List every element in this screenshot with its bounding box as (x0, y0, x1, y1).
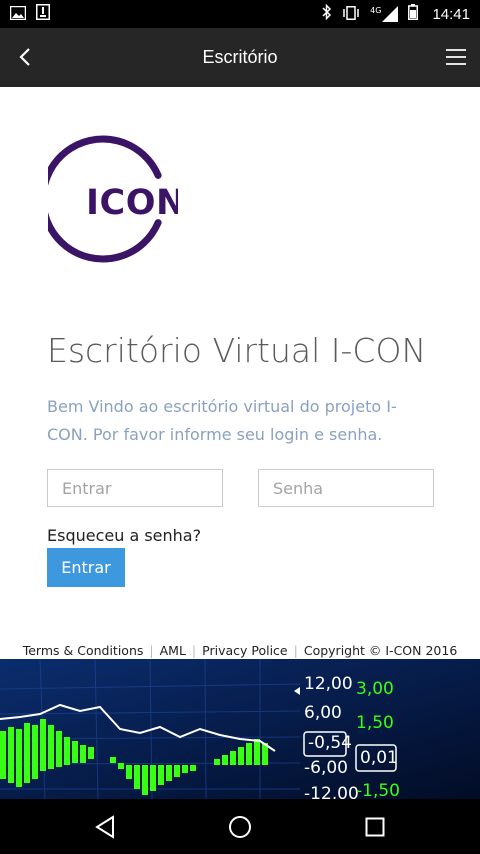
sim-icon (36, 4, 50, 24)
login-button[interactable]: Entrar (47, 548, 125, 587)
privacy-link[interactable]: Privacy Police (202, 643, 287, 658)
copyright-text: Copyright © I-CON 2016 (303, 642, 458, 658)
nav-back-icon (95, 815, 114, 839)
footer-links: Terms & Conditions | AML | Privacy Polic… (0, 641, 480, 659)
login-input[interactable] (47, 469, 223, 507)
hamburger-menu-icon (446, 49, 466, 65)
page-title: Escritório Virtual I-CON (47, 331, 427, 370)
nav-back-button[interactable] (89, 811, 121, 843)
footer-separator: | (293, 642, 298, 658)
image-icon (9, 5, 27, 24)
menu-button[interactable] (444, 42, 468, 72)
stock-banner: 12,00 6,00 -0,54 -6,00 -12,00 3,00 1,50 … (0, 659, 480, 799)
nav-recents-icon (365, 817, 385, 837)
aml-link[interactable]: AML (160, 643, 186, 658)
banner-value: 1,50 (356, 713, 394, 733)
nav-recents-button[interactable] (359, 811, 391, 843)
status-bar: 4G 14:41 (0, 0, 480, 28)
nav-home-icon (229, 816, 251, 838)
nav-home-button[interactable] (224, 811, 256, 843)
navigation-bar (0, 799, 480, 854)
app-bar: Escritório (0, 28, 480, 87)
forgot-password-link[interactable]: Esqueceu a senha? (47, 526, 201, 545)
network-label: 4G (370, 6, 382, 15)
vibrate-icon (342, 5, 360, 24)
clock: 14:41 (432, 5, 470, 23)
bluetooth-icon (322, 3, 332, 24)
icon-logo: ICON (39, 134, 185, 264)
banner-value: -6,00 (304, 758, 348, 778)
banner-value: 0,01 (360, 748, 398, 768)
banner-value: 6,00 (304, 703, 342, 723)
app-bar-title: Escritório (202, 47, 278, 67)
banner-value: 12,00 (304, 674, 353, 694)
footer-separator: | (191, 642, 197, 658)
banner-value: -12,00 (304, 784, 359, 799)
password-input[interactable] (258, 469, 434, 507)
status-left (9, 4, 50, 24)
logo-text: ICON (86, 183, 178, 223)
terms-link[interactable]: Terms & Conditions (23, 643, 144, 658)
signal-icon: 4G (370, 6, 399, 22)
banner-value: 3,00 (356, 679, 394, 699)
footer-separator: | (149, 642, 154, 658)
status-right: 4G 14:41 (322, 3, 470, 24)
battery-icon (408, 4, 419, 24)
intro-text: Bem Vindo ao escritório virtual do proje… (47, 397, 397, 444)
banner-value: -1,50 (356, 781, 400, 799)
